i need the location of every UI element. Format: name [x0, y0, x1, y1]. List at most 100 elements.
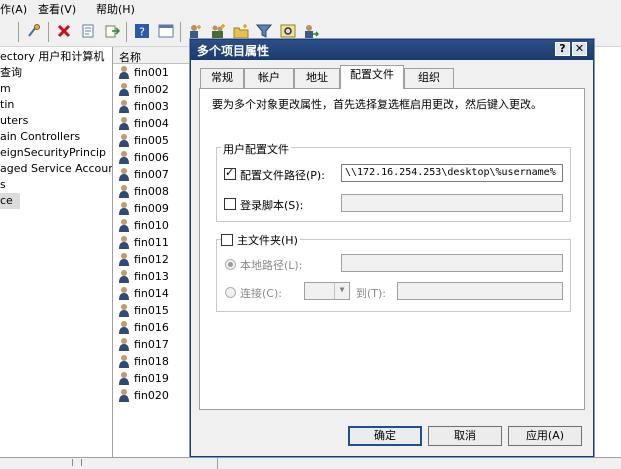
list-item[interactable]: fin020	[118, 387, 169, 404]
connect-radio[interactable]	[225, 287, 236, 298]
list-item-label: fin016	[134, 321, 169, 334]
chevron-down-icon[interactable]: ▼	[334, 283, 349, 299]
home-folder-label: 主文件夹(H)	[237, 234, 298, 247]
tab-account[interactable]: 帐户	[244, 68, 294, 88]
delete-icon[interactable]	[56, 23, 72, 39]
list-item-label: fin006	[134, 151, 169, 164]
drive-letter-select[interactable]: ▼	[304, 282, 350, 300]
list-item[interactable]: fin014	[118, 285, 169, 302]
list-item-label: fin001	[134, 66, 169, 79]
list-item[interactable]: fin010	[118, 217, 169, 234]
profile-path-checkbox[interactable]	[224, 166, 236, 180]
list-item-label: fin014	[134, 287, 169, 300]
ou-add-icon[interactable]	[233, 23, 249, 39]
help-icon[interactable]: ?	[134, 23, 150, 39]
tree-item-selected[interactable]: ce	[0, 193, 20, 209]
user-icon	[119, 134, 129, 147]
logon-script-input[interactable]	[341, 194, 563, 212]
list-item[interactable]: fin019	[118, 370, 169, 387]
close-button[interactable]: ✕	[572, 42, 587, 56]
status-bar	[0, 457, 621, 469]
list-item[interactable]: fin007	[118, 166, 169, 183]
list-item[interactable]: fin013	[118, 268, 169, 285]
list-item[interactable]: fin006	[118, 149, 169, 166]
user-icon	[119, 202, 129, 215]
list-item-label: fin003	[134, 100, 169, 113]
user-icon	[119, 389, 129, 402]
profile-path-input[interactable]: \\172.16.254.253\desktop\%username%	[341, 164, 563, 182]
list-item[interactable]: fin003	[118, 98, 169, 115]
scrollbar-grip[interactable]	[72, 459, 82, 466]
logon-script-checkbox[interactable]	[224, 198, 236, 210]
multiple-properties-dialog: 多个项目属性 ? ✕ 常规 帐户 地址 配置文件 组织 要为多个对象更改属性，首…	[190, 39, 594, 457]
tree-item[interactable]: s	[0, 177, 6, 193]
local-path-radio[interactable]	[225, 259, 236, 270]
list-column-header[interactable]: 名称	[113, 47, 192, 64]
tab-general[interactable]: 常规	[200, 68, 244, 88]
home-folder-checkbox[interactable]	[221, 234, 233, 246]
to-label: 到(T):	[356, 287, 387, 300]
list-item[interactable]: fin012	[118, 251, 169, 268]
user-icon	[119, 253, 129, 266]
console-icon[interactable]	[158, 23, 174, 39]
list-item-label: fin015	[134, 304, 169, 317]
user-icon	[119, 100, 129, 113]
user-icon	[119, 168, 129, 181]
list-item[interactable]: fin011	[118, 234, 169, 251]
user-icon	[119, 321, 129, 334]
dialog-titlebar[interactable]: 多个项目属性 ? ✕	[191, 40, 593, 60]
key-icon[interactable]	[26, 23, 42, 39]
user-icon	[119, 151, 129, 164]
properties-icon[interactable]	[80, 23, 96, 39]
tree-item[interactable]: m	[0, 81, 11, 97]
menu-action[interactable]: 作(A)	[0, 1, 27, 17]
filter-icon[interactable]	[256, 23, 272, 39]
cancel-button[interactable]: 取消	[428, 426, 502, 446]
home-folder-group	[216, 239, 571, 312]
user-add-icon[interactable]	[187, 23, 203, 39]
tree-item[interactable]: ain Controllers	[0, 129, 80, 145]
user-icon	[119, 185, 129, 198]
tree-item[interactable]: 查询	[0, 65, 22, 81]
tab-profile[interactable]: 配置文件	[340, 65, 404, 89]
tab-organization[interactable]: 组织	[404, 68, 454, 88]
list-item[interactable]: fin001	[118, 64, 169, 81]
list-item-label: fin005	[134, 134, 169, 147]
menu-view[interactable]: 查看(V)	[38, 1, 76, 17]
tab-panel-profile: 要为多个对象更改属性，首先选择复选框启用更改，然后键入更改。 用户配置文件 配置…	[199, 88, 585, 410]
list-item[interactable]: fin005	[118, 132, 169, 149]
find-icon[interactable]	[280, 23, 296, 39]
local-path-input[interactable]	[341, 254, 563, 272]
list-item[interactable]: fin017	[118, 336, 169, 353]
menu-help[interactable]: 帮助(H)	[96, 1, 135, 17]
tree-item[interactable]: ectory 用户和计算机	[0, 49, 104, 65]
toolbar-separator	[126, 22, 127, 42]
tab-address[interactable]: 地址	[294, 68, 340, 88]
list-item[interactable]: fin015	[118, 302, 169, 319]
list-item[interactable]: fin009	[118, 200, 169, 217]
list-item-label: fin010	[134, 219, 169, 232]
tree-item[interactable]: tin	[0, 97, 14, 113]
user-icon	[119, 287, 129, 300]
tree-item[interactable]: aged Service Accour	[0, 161, 112, 177]
list-item-label: fin004	[134, 117, 169, 130]
list-item-label: fin019	[134, 372, 169, 385]
list-item[interactable]: fin018	[118, 353, 169, 370]
list-item[interactable]: fin002	[118, 81, 169, 98]
list-item[interactable]: fin016	[118, 319, 169, 336]
tree-item[interactable]: eignSecurityPrincip	[0, 145, 106, 161]
ok-button[interactable]: 确定	[348, 426, 422, 446]
list-item[interactable]: fin004	[118, 115, 169, 132]
tree-item[interactable]: uters	[0, 113, 28, 129]
menu-bar: 作(A) 查看(V) 帮助(H)	[0, 0, 621, 18]
export-icon[interactable]	[104, 23, 120, 39]
list-item[interactable]: fin008	[118, 183, 169, 200]
delegate-icon[interactable]	[303, 23, 319, 39]
group-add-icon[interactable]	[210, 23, 226, 39]
user-icon	[119, 338, 129, 351]
apply-button[interactable]: 应用(A)	[508, 426, 582, 446]
connect-path-input[interactable]	[397, 282, 563, 300]
list-item-label: fin017	[134, 338, 169, 351]
help-button[interactable]: ?	[555, 42, 570, 56]
svg-text:?: ?	[139, 26, 145, 39]
